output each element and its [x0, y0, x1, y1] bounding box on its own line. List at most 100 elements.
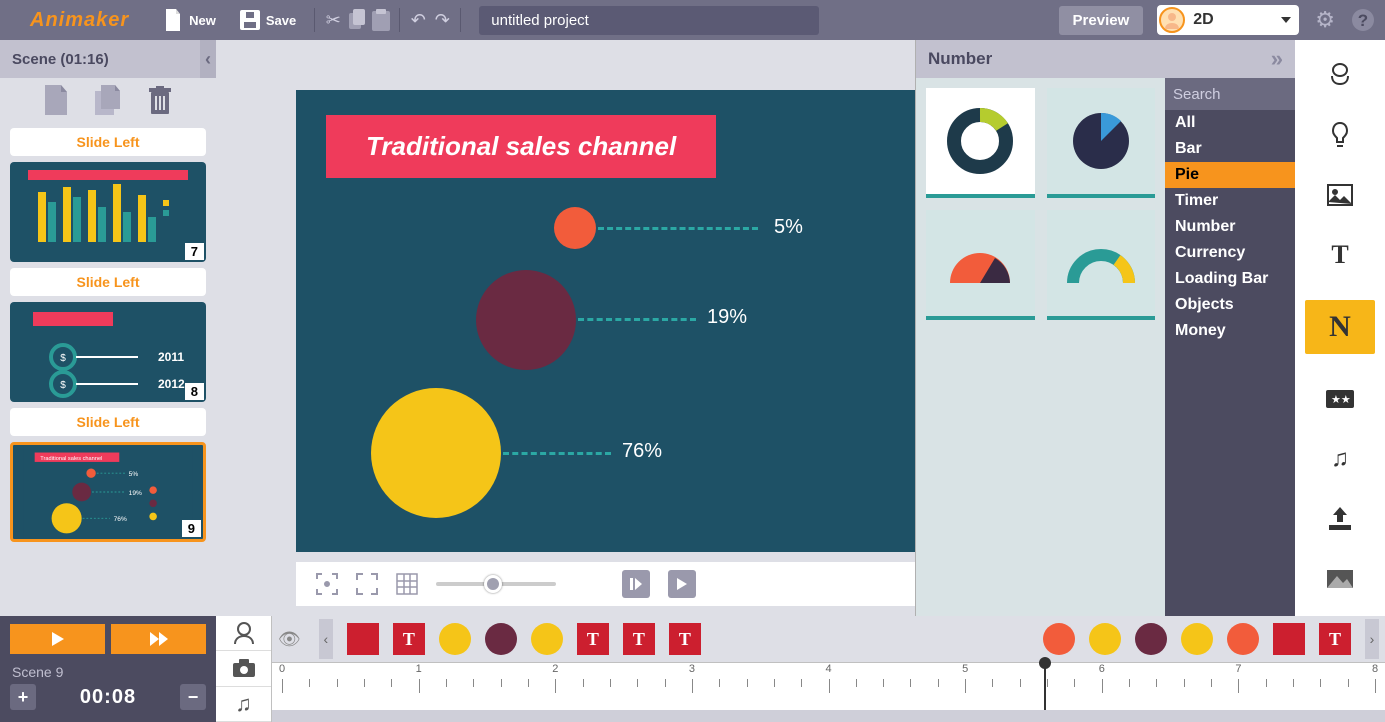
timeline-item-text[interactable]: T	[623, 623, 655, 655]
paste-icon[interactable]	[371, 8, 391, 32]
bubble-label-19[interactable]: 19%	[707, 306, 747, 329]
playhead[interactable]	[1044, 663, 1046, 710]
timeline: ♫ 👁 ‹ T T T T T ›	[216, 616, 1385, 722]
play-all-button[interactable]	[111, 624, 206, 654]
timeline-item-text[interactable]: T	[669, 623, 701, 655]
collapse-library-icon[interactable]: »	[1271, 46, 1283, 72]
track-camera-icon[interactable]	[216, 651, 271, 686]
collapse-panel-icon[interactable]: ‹	[200, 40, 216, 78]
timeline-item[interactable]	[1181, 623, 1213, 655]
timeline-item[interactable]	[1227, 623, 1259, 655]
mode-select[interactable]: 2D	[1157, 5, 1299, 35]
bubble-5[interactable]	[554, 207, 596, 249]
save-label: Save	[266, 13, 296, 28]
zoom-slider[interactable]	[436, 582, 556, 586]
timeline-item-text[interactable]: T	[393, 623, 425, 655]
step-play-icon[interactable]	[622, 570, 650, 598]
settings-icon[interactable]: ⚙	[1315, 7, 1335, 33]
cat-loadingbar[interactable]: Loading Bar	[1165, 266, 1295, 292]
scroll-left-icon[interactable]: ‹	[319, 619, 333, 659]
center-icon[interactable]	[316, 573, 338, 595]
timeline-item-text[interactable]: T	[577, 623, 609, 655]
copy-icon[interactable]	[347, 8, 367, 32]
ruler-tick-label: 0	[279, 663, 285, 675]
scene-thumb-9[interactable]: Traditional sales channel 5% 19% 76% 9	[10, 442, 206, 542]
scene-thumb-7[interactable]: 7	[10, 162, 206, 262]
ruler-tick-label: 4	[825, 663, 831, 675]
chart-template-gauge[interactable]	[1047, 210, 1156, 320]
bubble-label-76[interactable]: 76%	[622, 440, 662, 463]
track-audio-icon[interactable]: ♫	[216, 687, 271, 722]
music-icon[interactable]: ♫	[1325, 444, 1355, 474]
timeline-item[interactable]	[1089, 623, 1121, 655]
project-title-input[interactable]: untitled project	[479, 6, 819, 35]
timeline-item[interactable]	[531, 623, 563, 655]
bubble-19[interactable]	[476, 270, 576, 370]
scene-label: Scene 9	[12, 664, 204, 680]
scene-panel: Scene (01:16) ‹ Slide Left	[0, 40, 216, 616]
cat-objects[interactable]: Objects	[1165, 292, 1295, 318]
preview-button[interactable]: Preview	[1059, 6, 1144, 35]
characters-icon[interactable]	[1325, 60, 1355, 90]
play-icon[interactable]	[668, 570, 696, 598]
transition-item[interactable]: Slide Left	[10, 268, 206, 296]
cat-bar[interactable]: Bar	[1165, 136, 1295, 162]
separator	[314, 8, 315, 32]
effects-icon[interactable]: ★★	[1325, 384, 1355, 414]
timeline-item[interactable]	[485, 623, 517, 655]
play-scene-button[interactable]	[10, 624, 105, 654]
new-button[interactable]: New	[153, 2, 226, 38]
transition-item[interactable]: Slide Left	[10, 128, 206, 156]
help-icon[interactable]: ?	[1351, 8, 1375, 32]
timeline-item-text[interactable]: T	[1319, 623, 1351, 655]
slider-thumb[interactable]	[484, 575, 502, 593]
timeline-item[interactable]	[1273, 623, 1305, 655]
fullscreen-icon[interactable]	[356, 573, 378, 595]
timeline-item[interactable]	[439, 623, 471, 655]
props-icon[interactable]	[1325, 120, 1355, 150]
timeline-item[interactable]	[1135, 623, 1167, 655]
svg-text:Traditional sales channel: Traditional sales channel	[40, 456, 102, 462]
timeline-track[interactable]: 👁 ‹ T T T T T ›	[272, 616, 1385, 662]
cut-icon[interactable]: ✂	[323, 8, 343, 32]
visibility-icon[interactable]: 👁	[278, 629, 301, 650]
cat-number[interactable]: Number	[1165, 214, 1295, 240]
timeline-item[interactable]	[347, 623, 379, 655]
cat-currency[interactable]: Currency	[1165, 240, 1295, 266]
scroll-right-icon[interactable]: ›	[1365, 619, 1379, 659]
redo-icon[interactable]: ↷	[432, 8, 452, 32]
transition-item[interactable]: Slide Left	[10, 408, 206, 436]
chart-template-halfpie[interactable]	[926, 210, 1035, 320]
cat-all[interactable]: All	[1165, 110, 1295, 136]
timeline-item[interactable]	[1043, 623, 1075, 655]
scene-time: 00:08	[40, 686, 176, 709]
scene-thumb-8[interactable]: $ 2011 $ 2012 8	[10, 302, 206, 402]
undo-icon[interactable]: ↶	[408, 8, 428, 32]
chart-template-donut[interactable]	[926, 88, 1035, 198]
background-icon[interactable]	[1325, 564, 1355, 594]
number-icon[interactable]: N	[1305, 300, 1375, 354]
time-minus-button[interactable]: −	[180, 684, 206, 710]
cat-pie[interactable]: Pie	[1165, 162, 1295, 188]
add-scene-icon[interactable]	[40, 84, 72, 116]
svg-text:5%: 5%	[129, 471, 139, 478]
upload-icon[interactable]	[1325, 504, 1355, 534]
scene-number: 9	[182, 520, 201, 537]
grid-icon[interactable]	[396, 573, 418, 595]
ruler-tick-label: 7	[1235, 663, 1241, 675]
leader-line	[598, 227, 758, 230]
cat-timer[interactable]: Timer	[1165, 188, 1295, 214]
slide-title[interactable]: Traditional sales channel	[326, 115, 716, 178]
delete-scene-icon[interactable]	[144, 84, 176, 116]
save-button[interactable]: Save	[230, 2, 306, 38]
timeline-ruler[interactable]: 012345678	[272, 662, 1385, 710]
bubble-label-5[interactable]: 5%	[774, 216, 803, 239]
cat-money[interactable]: Money	[1165, 318, 1295, 344]
bubble-76[interactable]	[371, 388, 501, 518]
duplicate-scene-icon[interactable]	[92, 84, 124, 116]
track-character-icon[interactable]	[216, 616, 271, 651]
text-icon[interactable]: T	[1325, 240, 1355, 270]
time-plus-button[interactable]: +	[10, 684, 36, 710]
chart-template-pie[interactable]	[1047, 88, 1156, 198]
image-icon[interactable]	[1325, 180, 1355, 210]
